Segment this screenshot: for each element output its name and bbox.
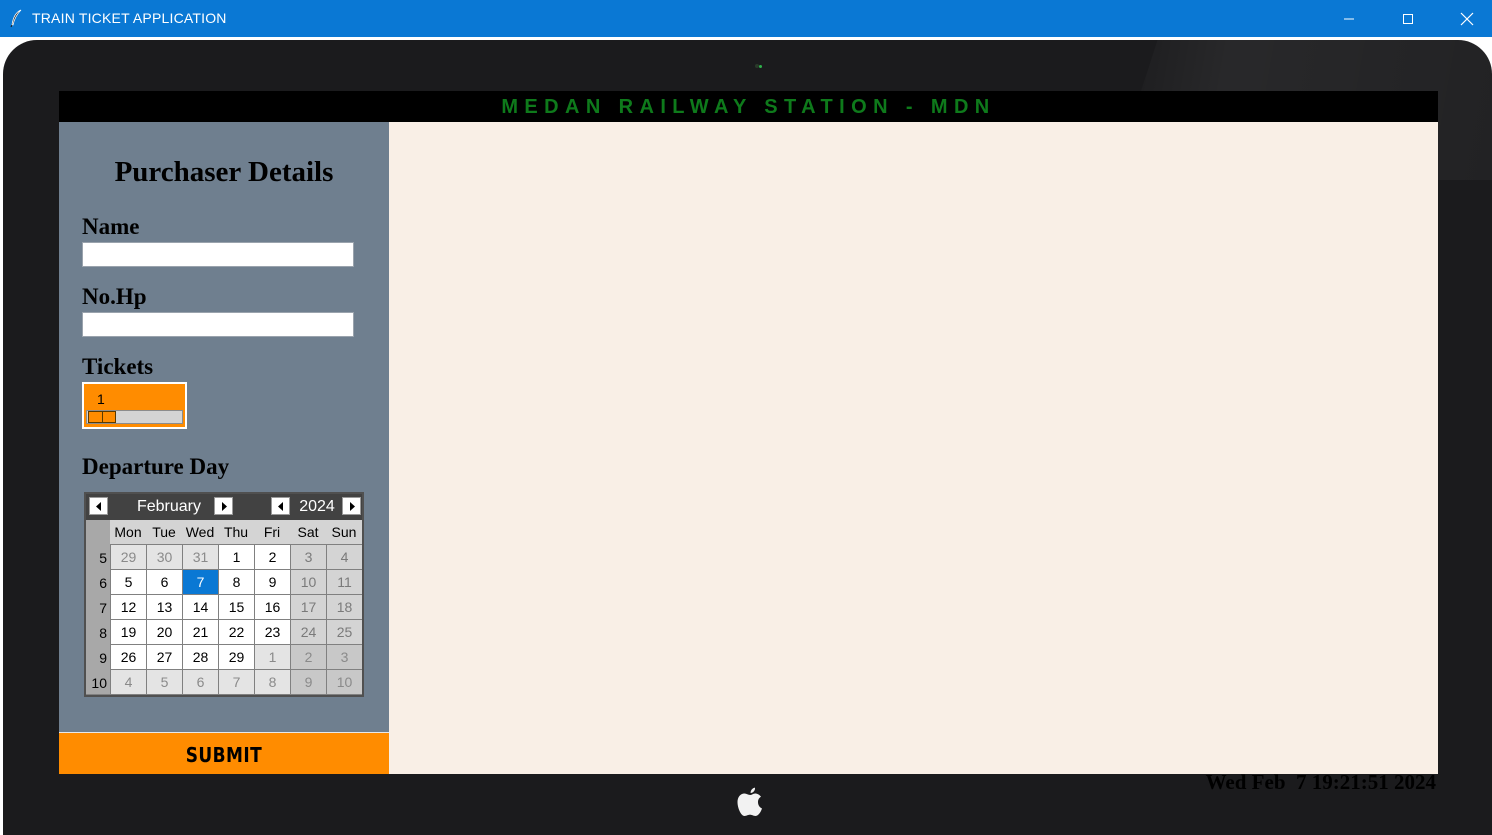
calendar-day-selected[interactable]: 7 bbox=[183, 570, 218, 594]
calendar-day[interactable]: 18 bbox=[327, 595, 362, 619]
minimize-button[interactable] bbox=[1320, 0, 1378, 37]
calendar-day[interactable]: 12 bbox=[111, 595, 146, 619]
week-number: 10 bbox=[86, 669, 110, 694]
calendar-day[interactable]: 2 bbox=[255, 545, 290, 569]
calendar-day-other-month[interactable]: 29 bbox=[111, 545, 146, 569]
weekday-label: Wed bbox=[185, 524, 215, 540]
calendar-day[interactable]: 27 bbox=[147, 645, 182, 669]
apple-logo-icon bbox=[737, 787, 762, 816]
calendar-day[interactable]: 28 bbox=[183, 645, 218, 669]
close-button[interactable] bbox=[1438, 0, 1492, 37]
calendar-day-other-month[interactable]: 8 bbox=[255, 670, 290, 694]
window-title: TRAIN TICKET APPLICATION bbox=[32, 10, 227, 26]
calendar-day[interactable]: 24 bbox=[291, 620, 326, 644]
arrow-right-icon bbox=[221, 501, 227, 511]
weekday-label: Thu bbox=[223, 524, 249, 540]
close-icon bbox=[1460, 12, 1474, 25]
calendar-day-other-month[interactable]: 5 bbox=[147, 670, 182, 694]
calendar-day[interactable]: 11 bbox=[327, 570, 362, 594]
next-year-button[interactable] bbox=[342, 497, 361, 515]
camera-led-icon bbox=[759, 65, 762, 68]
calendar-day[interactable]: 10 bbox=[291, 570, 326, 594]
feather-icon bbox=[10, 9, 22, 27]
calendar-header: February 2024 bbox=[86, 494, 362, 520]
calendar-day[interactable]: 6 bbox=[147, 570, 182, 594]
tickets-label: Tickets bbox=[82, 354, 154, 379]
minimize-icon bbox=[1344, 18, 1354, 19]
weeknum-corner bbox=[86, 520, 110, 544]
week-number: 7 bbox=[86, 594, 110, 619]
tickets-value: 1 bbox=[97, 391, 105, 407]
week-number: 5 bbox=[86, 544, 110, 569]
calendar-day[interactable]: 23 bbox=[255, 620, 290, 644]
calendar-day[interactable]: 5 bbox=[111, 570, 146, 594]
calendar-day[interactable]: 17 bbox=[291, 595, 326, 619]
departure-label: Departure Day bbox=[82, 454, 230, 479]
next-month-button[interactable] bbox=[214, 497, 233, 515]
arrow-right-icon bbox=[349, 501, 355, 511]
app-screen: MEDAN RAILWAY STATION - MDN Purchaser De… bbox=[59, 91, 1438, 794]
calendar-day-other-month[interactable]: 9 bbox=[291, 670, 326, 694]
week-number: 9 bbox=[86, 644, 110, 669]
station-header: MEDAN RAILWAY STATION - MDN bbox=[59, 91, 1438, 122]
station-title: MEDAN RAILWAY STATION - MDN bbox=[501, 96, 996, 118]
calendar-day[interactable]: 15 bbox=[219, 595, 254, 619]
name-label: Name bbox=[82, 214, 140, 239]
calendar-day[interactable]: 19 bbox=[111, 620, 146, 644]
title-bar: TRAIN TICKET APPLICATION bbox=[0, 0, 1492, 37]
tickets-slider-trough[interactable] bbox=[86, 410, 183, 424]
calendar-day[interactable]: 14 bbox=[183, 595, 218, 619]
calendar-day-other-month[interactable]: 7 bbox=[219, 670, 254, 694]
calendar-day[interactable]: 22 bbox=[219, 620, 254, 644]
calendar-day-other-month[interactable]: 1 bbox=[255, 645, 290, 669]
calendar-day[interactable]: 9 bbox=[255, 570, 290, 594]
calendar-day-other-month[interactable]: 31 bbox=[183, 545, 218, 569]
calendar-day-other-month[interactable]: 30 bbox=[147, 545, 182, 569]
submit-button[interactable]: SUBMIT bbox=[59, 732, 389, 774]
calendar-day[interactable]: 1 bbox=[219, 545, 254, 569]
tickets-slider-handle[interactable] bbox=[88, 411, 116, 423]
calendar-day[interactable]: 29 bbox=[219, 645, 254, 669]
calendar-day[interactable]: 4 bbox=[327, 545, 362, 569]
calendar-year: 2024 bbox=[299, 498, 335, 515]
arrow-left-icon bbox=[95, 501, 101, 511]
purchaser-panel: Purchaser Details Name No.Hp Tickets 1 D… bbox=[59, 122, 389, 774]
weekday-header-row: Mon Tue Wed Thu Fri Sat Sun bbox=[86, 520, 362, 544]
calendar-day-other-month[interactable]: 6 bbox=[183, 670, 218, 694]
weekday-label: Sat bbox=[297, 524, 319, 540]
maximize-icon bbox=[1403, 13, 1413, 24]
week-number: 6 bbox=[86, 569, 110, 594]
week-number: 8 bbox=[86, 619, 110, 644]
prev-year-button[interactable] bbox=[271, 497, 290, 515]
weekday-label: Sun bbox=[331, 524, 357, 540]
calendar-day[interactable]: 26 bbox=[111, 645, 146, 669]
calendar-day[interactable]: 3 bbox=[291, 545, 326, 569]
name-input[interactable] bbox=[82, 242, 354, 267]
datetime-clock: Wed Feb 7 19:21:51 2024 bbox=[1205, 770, 1436, 794]
calendar-day-other-month[interactable]: 10 bbox=[327, 670, 362, 694]
prev-month-button[interactable] bbox=[89, 497, 108, 515]
calendar-day[interactable]: 13 bbox=[147, 595, 182, 619]
departure-calendar: February 2024 Mon Tue Wed Thu Fri Sat Sun 5 29 3… bbox=[84, 492, 364, 697]
calendar-day[interactable]: 21 bbox=[183, 620, 218, 644]
calendar-day-other-month[interactable]: 2 bbox=[291, 645, 326, 669]
weekday-label: Fri bbox=[263, 524, 281, 540]
calendar-day[interactable]: 25 bbox=[327, 620, 362, 644]
weekday-label: Tue bbox=[152, 524, 176, 540]
panel-title: Purchaser Details bbox=[114, 156, 334, 188]
arrow-left-icon bbox=[277, 501, 283, 511]
phone-input[interactable] bbox=[82, 312, 354, 337]
weekday-label: Mon bbox=[114, 524, 142, 540]
calendar-day-other-month[interactable]: 3 bbox=[327, 645, 362, 669]
calendar-day[interactable]: 8 bbox=[219, 570, 254, 594]
phone-label: No.Hp bbox=[82, 284, 147, 309]
calendar-day[interactable]: 20 bbox=[147, 620, 182, 644]
calendar-day[interactable]: 16 bbox=[255, 595, 290, 619]
tickets-scale[interactable]: 1 bbox=[82, 382, 187, 429]
submit-label: SUBMIT bbox=[185, 743, 263, 767]
calendar-month: February bbox=[136, 498, 202, 515]
maximize-button[interactable] bbox=[1379, 0, 1437, 37]
main-content-area: Wed Feb 7 19:21:51 2024 bbox=[389, 122, 1438, 794]
calendar-day-other-month[interactable]: 4 bbox=[111, 670, 146, 694]
